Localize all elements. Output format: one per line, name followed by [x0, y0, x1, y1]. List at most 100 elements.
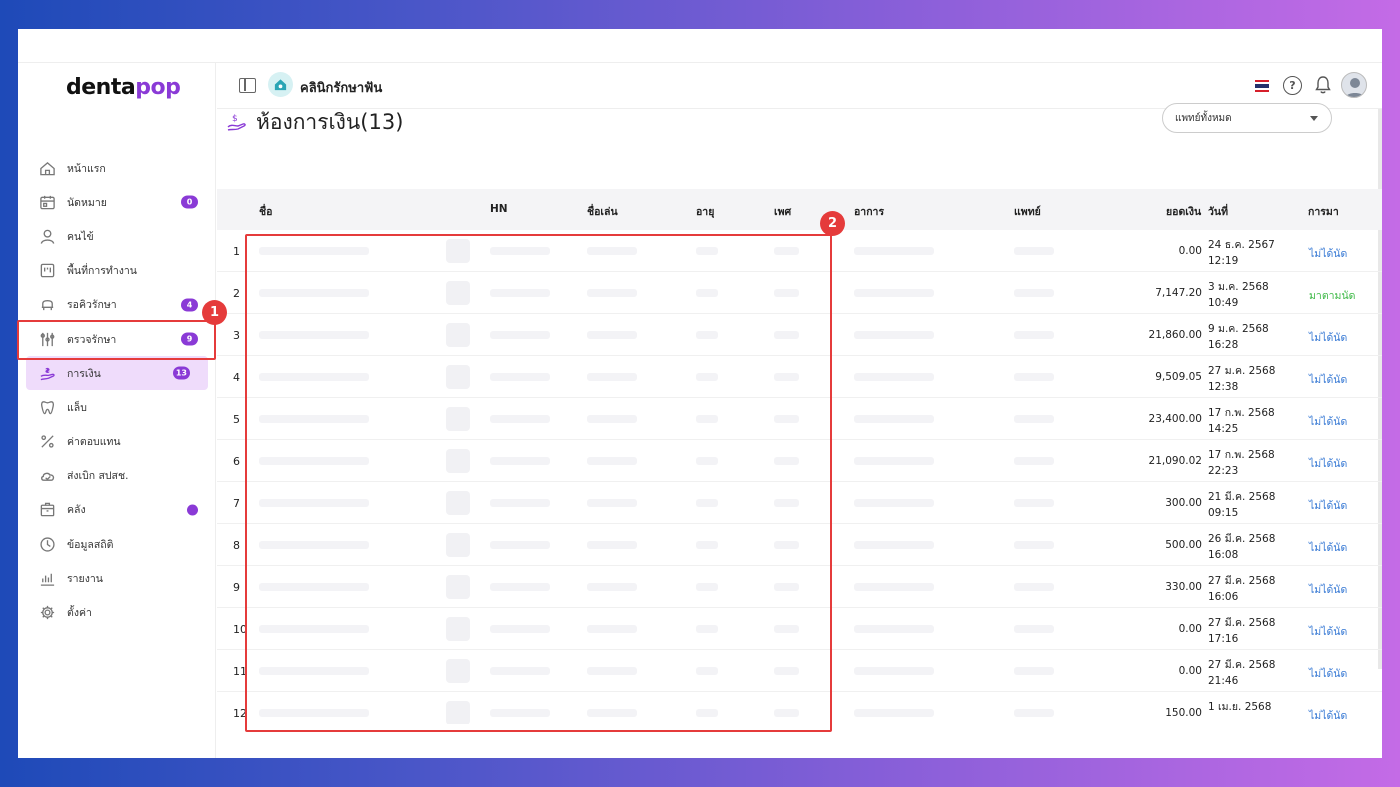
- col-doctor[interactable]: แพทย์: [1014, 203, 1041, 220]
- sidebar-item-label: แล็บ: [67, 401, 87, 414]
- time-line: 10:49: [1208, 297, 1239, 309]
- obscured-cell: [854, 457, 934, 465]
- row-number: 6: [233, 455, 240, 468]
- sidebar-nav: หน้าแรกนัดหมาย 0 คนไข้พื้นที่การทำงานรอคิว…: [18, 151, 216, 630]
- obscured-cell: [1014, 709, 1054, 717]
- sidebar-item-report[interactable]: รายงาน: [18, 561, 216, 595]
- col-age[interactable]: อายุ: [696, 203, 714, 220]
- payment-icon: [38, 364, 56, 382]
- row-number: 1: [233, 245, 240, 258]
- calendar-icon: [38, 193, 56, 211]
- obscured-cell: [1014, 247, 1054, 255]
- dental-chair-icon: [38, 296, 56, 314]
- bell-icon[interactable]: [1314, 75, 1332, 95]
- amount-cell: 7,147.20: [1155, 287, 1202, 299]
- obscured-cell: [1014, 415, 1054, 423]
- sidebar-item-label: หน้าแรก: [67, 162, 106, 175]
- amount-cell: 0.00: [1178, 245, 1202, 257]
- obscured-cell: [854, 709, 934, 717]
- sidebar-item-payment[interactable]: การเงิน 13: [26, 356, 208, 391]
- report-icon: [38, 569, 56, 587]
- amount-cell: 0.00: [1178, 665, 1202, 677]
- obscured-cell: [854, 373, 934, 381]
- date-line: 9 ม.ค. 2568: [1208, 323, 1269, 335]
- col-amount[interactable]: ยอดเงิน: [1166, 203, 1201, 220]
- row-number: 4: [233, 371, 240, 384]
- date-line: 17 ก.พ. 2568: [1208, 407, 1275, 419]
- sidebar-item-cloud[interactable]: ส่งเบิก สปสช.: [18, 459, 216, 493]
- date-cell: 27 ม.ค. 2568 12:38: [1208, 363, 1275, 395]
- obscured-cell: [1014, 499, 1054, 507]
- time-line: 16:06: [1208, 591, 1239, 603]
- date-line: 27 มี.ค. 2568: [1208, 659, 1276, 671]
- sidebar-item-calendar[interactable]: นัดหมาย 0: [18, 185, 216, 219]
- sidebar: dentapop หน้าแรกนัดหมาย 0 คนไข้พื้นที่การท…: [18, 63, 216, 758]
- time-line: 22:23: [1208, 465, 1239, 477]
- col-name[interactable]: ชื่อ: [259, 203, 272, 220]
- sidebar-item-user[interactable]: คนไข้: [18, 219, 216, 253]
- date-line: 3 ม.ค. 2568: [1208, 281, 1269, 293]
- percent-icon: [38, 433, 56, 451]
- time-line: 21:46: [1208, 675, 1239, 687]
- gear-icon: [38, 604, 56, 622]
- row-number: 9: [233, 581, 240, 594]
- col-visit[interactable]: การมา: [1308, 203, 1339, 220]
- visit-status: ไม่ได้นัด: [1309, 626, 1348, 638]
- obscured-cell: [1014, 541, 1054, 549]
- amount-cell: 23,400.00: [1148, 413, 1202, 425]
- obscured-cell: [1014, 331, 1054, 339]
- toggle-sidebar-icon[interactable]: [239, 78, 256, 93]
- visit-status: ไม่ได้นัด: [1309, 458, 1348, 470]
- date-cell: 27 มี.ค. 2568 16:06: [1208, 573, 1275, 605]
- home-icon: [38, 159, 56, 177]
- sidebar-item-label: ส่งเบิก สปสช.: [67, 470, 129, 483]
- sidebar-item-gear[interactable]: ตั้งค่า: [18, 595, 216, 629]
- row-number: 7: [233, 497, 240, 510]
- visit-status: มาตามนัด: [1309, 290, 1356, 302]
- time-line: 14:25: [1208, 423, 1239, 435]
- col-hn[interactable]: HN: [490, 203, 508, 215]
- date-line: 26 มี.ค. 2568: [1208, 533, 1276, 545]
- doctor-filter-select[interactable]: แพทย์ทั้งหมด: [1162, 103, 1332, 133]
- clinic-name[interactable]: คลินิกรักษาฟัน: [300, 77, 382, 98]
- sidebar-item-label: พื้นที่การทำงาน: [67, 265, 137, 278]
- sidebar-item-dental-chair[interactable]: รอคิวรักษา 4: [18, 288, 216, 322]
- row-number: 2: [233, 287, 240, 300]
- visit-status: ไม่ได้นัด: [1309, 374, 1348, 386]
- obscured-cell: [854, 499, 934, 507]
- date-cell: 21 มี.ค. 2568 09:15: [1208, 489, 1275, 521]
- sidebar-item-percent[interactable]: ค่าตอบแทน: [18, 425, 216, 459]
- visit-status: ไม่ได้นัด: [1309, 332, 1348, 344]
- amount-cell: 0.00: [1178, 623, 1202, 635]
- time-line: 12:19: [1208, 255, 1239, 267]
- dentapop-logo[interactable]: dentapop: [66, 75, 181, 100]
- sidebar-item-home[interactable]: หน้าแรก: [18, 151, 216, 185]
- visit-status: ไม่ได้นัด: [1309, 416, 1348, 428]
- payment-icon: $: [227, 114, 246, 131]
- box-icon: [38, 501, 56, 519]
- thai-flag-icon[interactable]: [1255, 80, 1269, 92]
- col-sex[interactable]: เพศ: [774, 203, 791, 220]
- obscured-cell: [854, 667, 934, 675]
- doctor-filter-value: แพทย์ทั้งหมด: [1175, 112, 1232, 124]
- date-line: 27 มี.ค. 2568: [1208, 575, 1276, 587]
- sidebar-item-tooth[interactable]: แล็บ: [18, 390, 216, 424]
- sidebar-item-label: ตั้งค่า: [67, 607, 92, 620]
- help-icon[interactable]: ?: [1283, 76, 1302, 95]
- sidebar-item-stats[interactable]: ข้อมูลสถิติ: [18, 527, 216, 561]
- col-nickname[interactable]: ชื่อเล่น: [587, 203, 618, 220]
- top-strip: [18, 29, 1382, 63]
- col-symptom[interactable]: อาการ: [854, 203, 884, 220]
- row-number: 8: [233, 539, 240, 552]
- date-line: 27 มี.ค. 2568: [1208, 617, 1276, 629]
- step-marker-2: 2: [820, 211, 845, 236]
- date-cell: 1 เม.ย. 2568: [1208, 699, 1271, 715]
- highlight-box-finance-menu: [17, 320, 216, 360]
- tooth-icon: [38, 398, 56, 416]
- col-date[interactable]: วันที่: [1208, 203, 1228, 220]
- user-avatar[interactable]: [1341, 72, 1367, 98]
- user-icon: [38, 227, 56, 245]
- obscured-cell: [1014, 625, 1054, 633]
- sidebar-item-workspace[interactable]: พื้นที่การทำงาน: [18, 254, 216, 288]
- sidebar-item-box[interactable]: คลัง: [18, 493, 216, 527]
